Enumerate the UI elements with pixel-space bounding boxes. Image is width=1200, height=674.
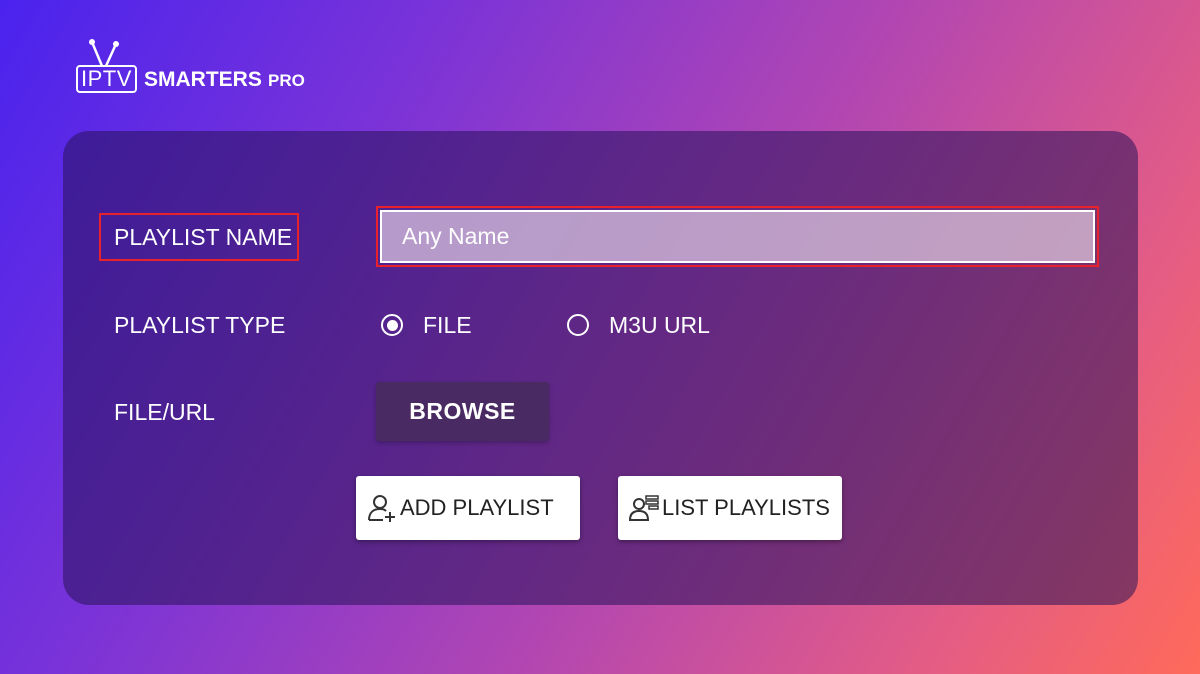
radio-option-m3u-url[interactable]: M3U URL — [567, 311, 710, 339]
playlist-name-input[interactable] — [380, 210, 1095, 263]
app-logo: IPTV SMARTERS PRO — [76, 38, 336, 98]
radio-option-file[interactable]: FILE — [381, 311, 472, 339]
browse-button[interactable]: BROWSE — [376, 382, 549, 441]
list-playlists-button[interactable]: LIST PLAYLISTS — [618, 476, 842, 540]
radio-selected-icon[interactable] — [381, 314, 403, 336]
logo-pro-text: PRO — [268, 71, 305, 90]
radio-dot — [386, 319, 398, 331]
add-playlist-button[interactable]: ADD PLAYLIST — [356, 476, 580, 540]
tv-antenna-icon — [89, 39, 119, 67]
playlist-type-label: PLAYLIST TYPE — [114, 312, 286, 338]
radio-unselected-icon[interactable] — [567, 314, 589, 336]
user-plus-icon — [368, 495, 395, 522]
logo-iptv-text: IPTV — [76, 65, 137, 93]
add-playlist-label: ADD PLAYLIST — [400, 495, 554, 520]
add-playlist-form-panel: PLAYLIST NAME PLAYLIST TYPE FILE M3U URL… — [63, 131, 1138, 605]
list-playlists-label: LIST PLAYLISTS — [662, 495, 830, 520]
radio-m3u-url-label[interactable]: M3U URL — [609, 311, 710, 339]
playlist-name-field-highlight — [376, 206, 1099, 267]
radio-file-label[interactable]: FILE — [423, 311, 472, 339]
logo-smarters-text: SMARTERS — [144, 68, 262, 91]
file-url-label: FILE/URL — [114, 399, 215, 425]
playlist-name-label: PLAYLIST NAME — [99, 213, 300, 261]
user-list-icon — [628, 495, 659, 521]
